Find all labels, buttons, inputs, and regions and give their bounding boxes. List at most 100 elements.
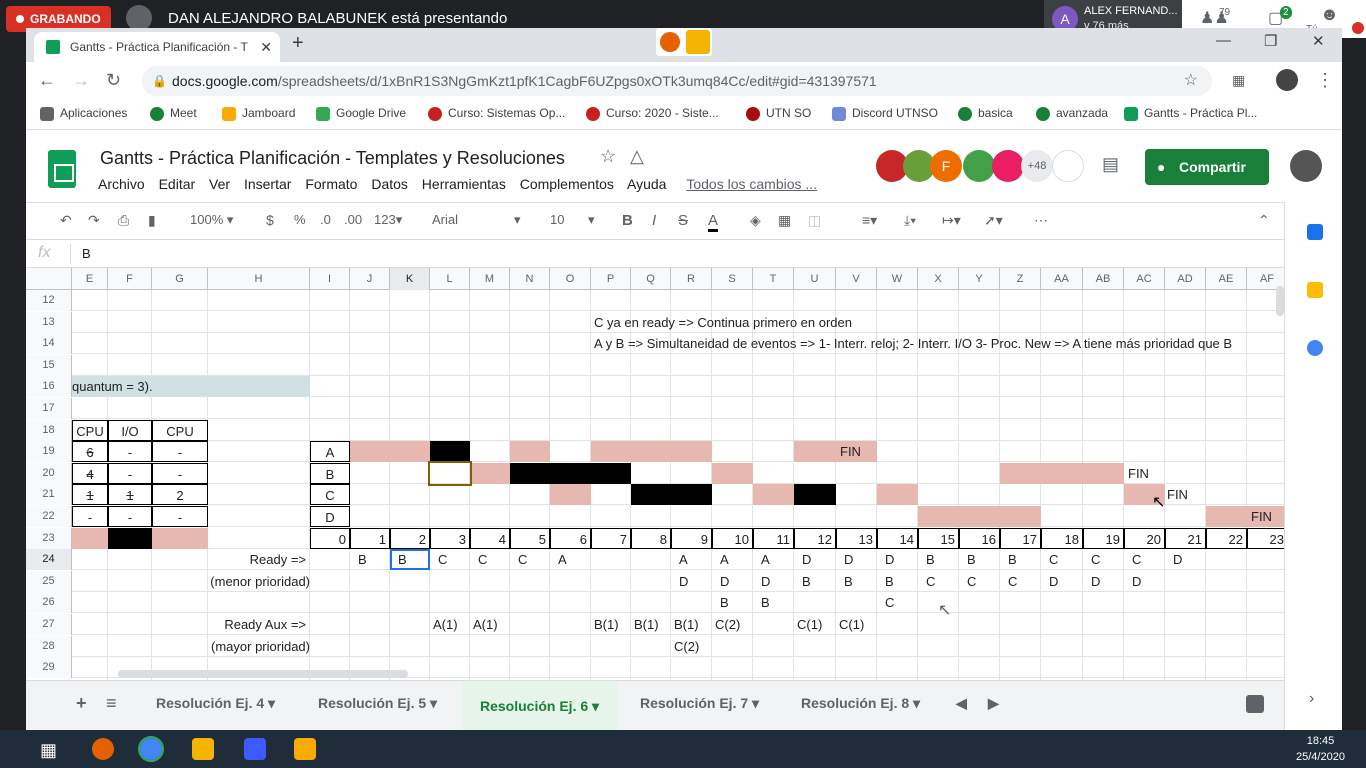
burst-cell[interactable]: 1 bbox=[72, 484, 108, 506]
timeline-cell[interactable]: 2 bbox=[390, 527, 430, 549]
text-color-button[interactable]: A bbox=[708, 212, 719, 232]
ready-queue-cell[interactable]: D bbox=[1165, 549, 1206, 570]
all-changes-saved[interactable]: Todos los cambios ... bbox=[686, 176, 817, 192]
sheets-logo-icon[interactable] bbox=[48, 150, 76, 188]
row-header[interactable]: 12 bbox=[26, 290, 72, 311]
sheet-tab-ej6[interactable]: Resolución Ej. 6 ▾ bbox=[462, 681, 618, 731]
ready-queue-cell[interactable]: C bbox=[1083, 549, 1124, 570]
row-header[interactable]: 25 bbox=[26, 570, 72, 592]
column-header[interactable]: T bbox=[753, 268, 794, 290]
zoom-select[interactable]: 100% ▾ bbox=[190, 212, 233, 228]
timeline-cell[interactable]: 3 bbox=[430, 527, 470, 549]
quantum-cell[interactable]: quantum = 3). bbox=[72, 376, 310, 398]
ready-queue-cell[interactable]: A bbox=[671, 549, 712, 570]
ready-queue-cell[interactable]: C bbox=[877, 592, 918, 613]
undo-icon[interactable]: ↶ bbox=[60, 212, 72, 229]
bookmark-jamboard[interactable]: Jamboard bbox=[222, 106, 295, 121]
bookmark-star-icon[interactable]: ☆ bbox=[1184, 66, 1198, 96]
gantt-cell[interactable] bbox=[591, 462, 631, 484]
ready-queue-cell[interactable]: C bbox=[918, 571, 959, 592]
column-header[interactable]: AE bbox=[1206, 268, 1247, 290]
percent-button[interactable]: % bbox=[294, 212, 306, 227]
paint-format-icon[interactable]: ▮ bbox=[148, 212, 156, 229]
system-clock[interactable]: 18:45 25/4/2020 bbox=[1296, 733, 1345, 765]
ready-queue-cell[interactable]: A bbox=[550, 549, 591, 570]
row-header[interactable]: 22 bbox=[26, 506, 72, 527]
borders-icon[interactable]: ▦ bbox=[778, 212, 791, 229]
sheet-tab-ej8[interactable]: Resolución Ej. 8 ▾ bbox=[801, 695, 920, 712]
currency-button[interactable]: $ bbox=[266, 212, 274, 228]
gantt-cell[interactable] bbox=[430, 441, 470, 463]
browser-tab[interactable]: Gantts - Práctica Planificación - T ✕ bbox=[34, 32, 280, 62]
gantt-cell[interactable] bbox=[510, 441, 550, 463]
gantt-cell[interactable] bbox=[959, 506, 1000, 527]
gantt-cell[interactable] bbox=[550, 462, 591, 484]
collaborator-avatar[interactable] bbox=[963, 150, 995, 182]
column-header[interactable]: H bbox=[208, 268, 310, 290]
gantt-cell[interactable] bbox=[510, 462, 550, 484]
burst-header-cell[interactable]: CPU bbox=[72, 419, 108, 441]
bookmark-meet[interactable]: Meet bbox=[150, 106, 197, 121]
ready-queue-cell[interactable]: C bbox=[1041, 549, 1083, 570]
timeline-cell[interactable]: 20 bbox=[1124, 527, 1165, 549]
gantt-cell[interactable] bbox=[1206, 506, 1247, 527]
bold-button[interactable]: B bbox=[622, 212, 633, 229]
ready-queue-cell[interactable]: D bbox=[794, 549, 836, 570]
gantt-cell[interactable] bbox=[390, 441, 430, 463]
fin-cell[interactable]: FIN bbox=[1247, 506, 1284, 527]
move-to-drive-icon[interactable]: △ bbox=[630, 146, 644, 167]
burst-cell[interactable]: 1 bbox=[108, 484, 152, 506]
row-header[interactable]: 18 bbox=[26, 419, 72, 441]
gantt-cell[interactable] bbox=[794, 484, 836, 506]
scroll-right-icon[interactable]: ▶ bbox=[988, 695, 999, 712]
column-header[interactable]: L bbox=[430, 268, 470, 290]
burst-cell[interactable]: - bbox=[108, 506, 152, 527]
burst-cell[interactable]: - bbox=[72, 506, 108, 527]
ready-queue-cell[interactable]: C bbox=[1124, 549, 1165, 570]
horizontal-scrollbar[interactable] bbox=[118, 670, 408, 678]
close-window-icon[interactable]: ✕ bbox=[1312, 32, 1325, 50]
timeline-cell[interactable]: 16 bbox=[959, 527, 1000, 549]
account-avatar[interactable] bbox=[1290, 150, 1322, 182]
align-left-icon[interactable]: ≡▾ bbox=[862, 212, 877, 229]
ready-aux-cell[interactable]: C(1) bbox=[794, 614, 836, 635]
url-field[interactable]: 🔒 docs.google.com/spreadsheets/d/1xBnR1S… bbox=[142, 66, 1212, 96]
burst-cell[interactable]: - bbox=[108, 462, 152, 484]
collaborator-avatar[interactable] bbox=[992, 150, 1024, 182]
ready-queue-cell[interactable]: B bbox=[1000, 549, 1041, 570]
menu-insertar[interactable]: Insertar bbox=[244, 176, 291, 192]
ready-label[interactable]: Ready => bbox=[208, 549, 310, 570]
column-header[interactable]: F bbox=[108, 268, 152, 290]
ready-queue-cell[interactable]: B bbox=[753, 592, 794, 613]
menu-archivo[interactable]: Archivo bbox=[98, 176, 145, 192]
tab-close-icon[interactable]: ✕ bbox=[260, 32, 272, 62]
priority-label[interactable]: (mayor prioridad) bbox=[208, 636, 310, 657]
process-label-cell[interactable]: A bbox=[310, 441, 350, 463]
merge-cells-icon[interactable]: ◫ bbox=[808, 212, 821, 229]
spreadsheet-grid[interactable]: E F G H I J K L M N O P Q R S T U V W X Y Z AA AB AC AD AE AF 12 13 1… bbox=[26, 268, 1284, 680]
process-label-cell[interactable]: C bbox=[310, 484, 350, 506]
ready-queue-cell[interactable]: B bbox=[836, 571, 877, 592]
explore-icon[interactable] bbox=[1246, 695, 1264, 713]
ready-aux-label[interactable]: Ready Aux => bbox=[208, 614, 310, 635]
formula-input[interactable]: B bbox=[82, 246, 91, 261]
ready-aux-cell[interactable]: C(1) bbox=[836, 614, 877, 635]
gantt-cell[interactable] bbox=[753, 484, 794, 506]
ready-queue-cell[interactable]: B bbox=[350, 549, 390, 570]
italic-button[interactable]: I bbox=[652, 212, 656, 229]
ready-queue-cell[interactable]: D bbox=[671, 571, 712, 592]
column-header[interactable]: K bbox=[390, 268, 430, 290]
more-formats-select[interactable]: 123▾ bbox=[374, 212, 402, 228]
gantt-cell[interactable] bbox=[671, 484, 712, 506]
text-wrap-icon[interactable]: ↦▾ bbox=[942, 212, 961, 229]
timeline-cell[interactable]: 6 bbox=[550, 527, 591, 549]
timeline-cell[interactable]: 19 bbox=[1083, 527, 1124, 549]
minimize-icon[interactable]: — bbox=[1216, 32, 1231, 49]
row-header[interactable]: 29 bbox=[26, 657, 72, 679]
column-header[interactable]: V bbox=[836, 268, 877, 290]
menu-herramientas[interactable]: Herramientas bbox=[422, 176, 506, 192]
ready-queue-cell[interactable]: D bbox=[877, 549, 918, 570]
gantt-cell[interactable] bbox=[1041, 462, 1083, 484]
gantt-cell[interactable] bbox=[631, 484, 671, 506]
menu-formato[interactable]: Formato bbox=[305, 176, 357, 192]
